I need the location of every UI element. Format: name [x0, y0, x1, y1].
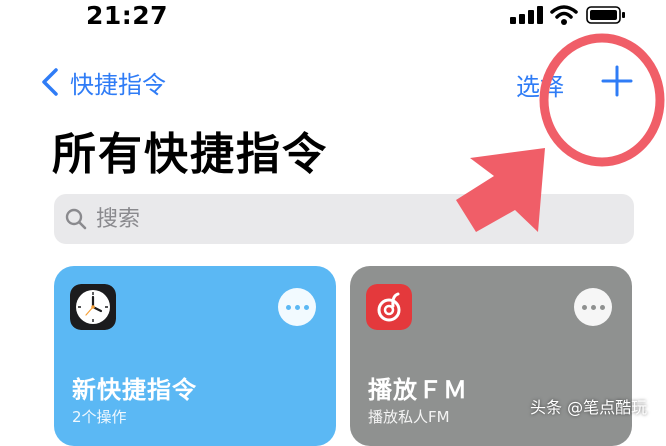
select-button[interactable]: 选择 [516, 67, 564, 102]
card-subtitle: 播放私人FM [368, 408, 450, 426]
navigation-bar: 快捷指令 选择 [0, 60, 666, 104]
search-icon [65, 208, 87, 230]
cellular-signal-icon [510, 6, 543, 24]
chevron-left-icon [42, 68, 58, 96]
back-button[interactable]: 快捷指令 [40, 64, 166, 100]
shortcut-card-play-fm[interactable]: 播放ＦＭ 播放私人FM [350, 266, 632, 446]
plus-icon[interactable] [600, 64, 634, 98]
search-input[interactable] [94, 205, 598, 233]
clock-icon [70, 284, 116, 330]
battery-icon [586, 6, 625, 24]
watermark-text: 头条 @笔点酷玩 [530, 398, 648, 417]
back-button-label: 快捷指令 [70, 70, 166, 99]
more-options-button[interactable] [278, 288, 316, 326]
card-title: 播放ＦＭ [368, 376, 468, 404]
card-subtitle: 2个操作 [72, 408, 127, 426]
shortcut-card-new[interactable]: 新快捷指令 2个操作 [54, 266, 336, 446]
page-title: 所有快捷指令 [52, 129, 328, 180]
more-options-button[interactable] [574, 288, 612, 326]
card-title: 新快捷指令 [72, 376, 197, 404]
status-time: 21:27 [86, 1, 169, 30]
wifi-icon [550, 5, 578, 25]
netease-music-icon [366, 284, 412, 330]
search-bar[interactable] [54, 194, 634, 244]
status-bar: 21:27 [0, 0, 666, 34]
